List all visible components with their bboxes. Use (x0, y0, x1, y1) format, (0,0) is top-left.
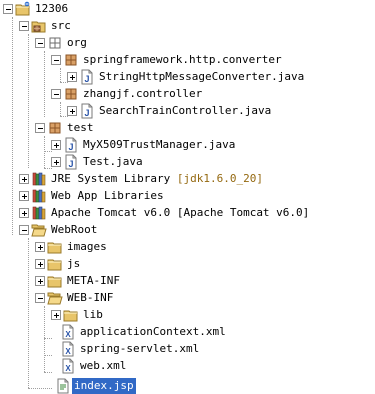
tree-item-jre-library[interactable]: JRE System Library [jdk1.6.0_20] (0, 170, 375, 187)
xml-file-icon (60, 341, 76, 357)
expand-toggle[interactable] (19, 191, 29, 201)
jsp-file-icon (55, 378, 71, 394)
tree-item-label: 12306 (35, 2, 69, 15)
tree-item-webroot[interactable]: WebRoot (0, 221, 375, 238)
expand-toggle[interactable] (19, 208, 29, 218)
java-project-icon (15, 1, 31, 17)
tree-item-webapp-libraries[interactable]: Web App Libraries (0, 187, 375, 204)
collapse-toggle[interactable] (19, 21, 29, 31)
expand-toggle[interactable] (67, 106, 77, 116)
java-file-icon (79, 69, 95, 85)
folder-icon (47, 239, 63, 255)
tree-item-xml-web[interactable]: web.xml (0, 357, 375, 374)
tree-item-label-selected: index.jsp (72, 378, 136, 394)
package-icon (63, 86, 79, 102)
tree-item-folder-lib[interactable]: lib (0, 306, 375, 323)
tree-item-java-trustmanager[interactable]: MyX509TrustManager.java (0, 136, 375, 153)
expand-toggle[interactable] (35, 259, 45, 269)
tree-item-label: zhangjf.controller (83, 87, 203, 100)
tree-item-java-converter[interactable]: StringHttpMessageConverter.java (0, 68, 375, 85)
tree-item-label: JRE System Library [jdk1.6.0_20] (49, 171, 265, 187)
library-icon (31, 188, 47, 204)
tree-item-label: web.xml (80, 359, 127, 372)
library-decoration: [Apache Tomcat v6.0] (176, 206, 310, 219)
tree-item-project[interactable]: 12306 (0, 0, 375, 17)
tree-item-xml-spring-servlet[interactable]: spring-servlet.xml (0, 340, 375, 357)
package-icon (47, 120, 63, 136)
tree-item-label: WebRoot (51, 223, 98, 236)
tree-item-label: Web App Libraries (51, 189, 164, 202)
java-file-icon (79, 103, 95, 119)
tree-item-label: Apache Tomcat v6.0 [Apache Tomcat v6.0] (49, 205, 311, 221)
collapse-toggle[interactable] (19, 225, 29, 235)
tree-item-label: MyX509TrustManager.java (83, 138, 236, 151)
tree-item-jsp-index[interactable]: index.jsp (0, 377, 375, 394)
collapse-toggle[interactable] (35, 293, 45, 303)
tree-item-label: applicationContext.xml (80, 325, 226, 338)
tree-item-label: org (67, 36, 87, 49)
library-name: Apache Tomcat v6.0 (51, 206, 171, 219)
tree-item-folder-images[interactable]: images (0, 238, 375, 255)
collapse-toggle[interactable] (51, 89, 61, 99)
open-folder-icon (47, 290, 63, 306)
java-file-icon (63, 137, 79, 153)
expand-toggle[interactable] (51, 310, 61, 320)
source-folder-icon (31, 18, 47, 34)
tree-item-label: SearchTrainController.java (99, 104, 272, 117)
open-folder-icon (31, 222, 47, 238)
tree-item-label: js (67, 257, 81, 270)
folder-icon (47, 273, 63, 289)
tree-item-label: test (67, 121, 94, 134)
tree-item-label: images (67, 240, 107, 253)
tree-item-xml-applicationcontext[interactable]: applicationContext.xml (0, 323, 375, 340)
tree-item-folder-js[interactable]: js (0, 255, 375, 272)
collapse-toggle[interactable] (51, 55, 61, 65)
tree-item-org[interactable]: org (0, 34, 375, 51)
tree-item-package-test[interactable]: test (0, 119, 375, 136)
empty-package-icon (47, 35, 63, 51)
tree-item-label: lib (83, 308, 103, 321)
collapse-toggle[interactable] (35, 38, 45, 48)
xml-file-icon (60, 358, 76, 374)
java-file-icon (63, 154, 79, 170)
expand-toggle[interactable] (19, 174, 29, 184)
expand-toggle[interactable] (51, 157, 61, 167)
tree-item-src[interactable]: src (0, 17, 375, 34)
package-icon (63, 52, 79, 68)
tree-item-folder-meta-inf[interactable]: META-INF (0, 272, 375, 289)
tree-item-package-converter[interactable]: springframework.http.converter (0, 51, 375, 68)
tree-item-java-controller[interactable]: SearchTrainController.java (0, 102, 375, 119)
expand-toggle[interactable] (35, 242, 45, 252)
expand-toggle[interactable] (67, 72, 77, 82)
library-decoration: [jdk1.6.0_20] (176, 172, 263, 185)
tree-item-label: springframework.http.converter (83, 53, 282, 66)
tree-item-label: Test.java (83, 155, 143, 168)
tree-item-folder-web-inf[interactable]: WEB-INF (0, 289, 375, 306)
library-icon (31, 171, 47, 187)
library-name: JRE System Library (51, 172, 171, 185)
xml-file-icon (60, 324, 76, 340)
tree-item-tomcat-library[interactable]: Apache Tomcat v6.0 [Apache Tomcat v6.0] (0, 204, 375, 221)
collapse-toggle[interactable] (35, 123, 45, 133)
tree-item-label: META-INF (67, 274, 120, 287)
folder-icon (47, 256, 63, 272)
package-explorer-tree: 12306 src org springframework.http.conve… (0, 0, 375, 394)
library-icon (31, 205, 47, 221)
tree-item-label: WEB-INF (67, 291, 114, 304)
tree-item-label: StringHttpMessageConverter.java (99, 70, 305, 83)
tree-item-label: src (51, 19, 71, 32)
expand-toggle[interactable] (35, 276, 45, 286)
tree-item-package-controller[interactable]: zhangjf.controller (0, 85, 375, 102)
tree-item-label: spring-servlet.xml (80, 342, 200, 355)
expand-toggle[interactable] (51, 140, 61, 150)
folder-icon (63, 307, 79, 323)
collapse-toggle[interactable] (3, 4, 13, 14)
tree-item-java-test[interactable]: Test.java (0, 153, 375, 170)
